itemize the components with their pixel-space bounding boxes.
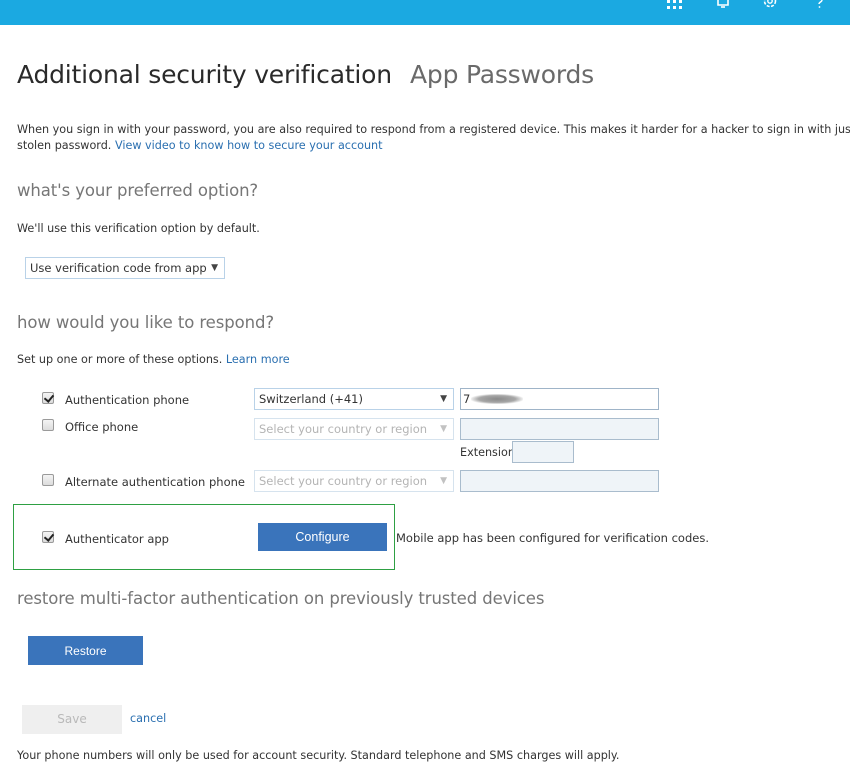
auth-phone-number-input[interactable]: 7 <box>460 388 659 410</box>
alternate-phone-checkbox[interactable] <box>42 474 54 486</box>
office-phone-country-placeholder: Select your country or region <box>259 422 428 436</box>
extension-label: Extension <box>460 446 515 459</box>
chevron-down-icon: ▼ <box>440 476 447 486</box>
authenticator-app-label: Authenticator app <box>65 532 169 546</box>
tab-app-passwords[interactable]: App Passwords <box>410 60 594 89</box>
auth-phone-checkbox[interactable] <box>42 392 54 404</box>
alternate-phone-label: Alternate authentication phone <box>65 475 245 489</box>
extension-input[interactable] <box>512 441 574 463</box>
bell-icon[interactable] <box>714 0 732 10</box>
auth-phone-country-select[interactable]: Switzerland (+41) ▼ <box>254 388 454 410</box>
restore-heading: restore multi-factor authentication on p… <box>17 589 545 608</box>
video-link[interactable]: View video to know how to secure your ac… <box>115 139 383 152</box>
auth-phone-label: Authentication phone <box>65 393 190 407</box>
chevron-down-icon: ▼ <box>440 424 447 434</box>
preferred-option-value: Use verification code from app <box>30 261 207 275</box>
auth-phone-country-value: Switzerland (+41) <box>259 392 363 406</box>
alternate-phone-country-placeholder: Select your country or region <box>259 474 428 488</box>
chevron-down-icon: ▼ <box>211 263 218 273</box>
preferred-option-select[interactable]: Use verification code from app ▼ <box>25 257 225 279</box>
preferred-heading: what's your preferred option? <box>17 181 259 200</box>
chevron-down-icon: ▼ <box>440 394 447 404</box>
configure-button[interactable]: Configure <box>258 523 387 551</box>
intro-line-1: When you sign in with your password, you… <box>17 123 850 136</box>
office-phone-label: Office phone <box>65 420 139 434</box>
footer-note: Your phone numbers will only be used for… <box>17 749 620 762</box>
preferred-subtext: We'll use this verification option by de… <box>17 222 260 235</box>
respond-subtext: Set up one or more of these options. Lea… <box>17 353 290 366</box>
help-icon[interactable] <box>812 0 830 10</box>
gear-icon[interactable] <box>761 0 779 10</box>
app-launcher-icon[interactable] <box>666 0 684 10</box>
intro-text: When you sign in with your password, you… <box>17 122 850 154</box>
save-button[interactable]: Save <box>22 705 122 734</box>
intro-line-2: stolen password. <box>17 139 115 152</box>
alternate-phone-country-select[interactable]: Select your country or region ▼ <box>254 470 454 492</box>
authenticator-status: Mobile app has been configured for verif… <box>396 531 709 545</box>
top-bar <box>0 0 850 25</box>
redacted-number <box>471 394 524 404</box>
office-phone-checkbox[interactable] <box>42 419 54 431</box>
restore-button[interactable]: Restore <box>28 636 143 665</box>
page-title: Additional security verification <box>17 60 392 89</box>
cancel-link[interactable]: cancel <box>130 712 166 725</box>
authenticator-app-checkbox[interactable] <box>42 531 54 543</box>
office-phone-number-input[interactable] <box>460 418 659 440</box>
alternate-phone-number-input[interactable] <box>460 470 659 492</box>
office-phone-country-select[interactable]: Select your country or region ▼ <box>254 418 454 440</box>
auth-phone-number-prefix: 7 <box>463 392 471 406</box>
respond-subtext-text: Set up one or more of these options. <box>17 353 226 366</box>
learn-more-link[interactable]: Learn more <box>226 353 290 366</box>
respond-heading: how would you like to respond? <box>17 313 274 332</box>
